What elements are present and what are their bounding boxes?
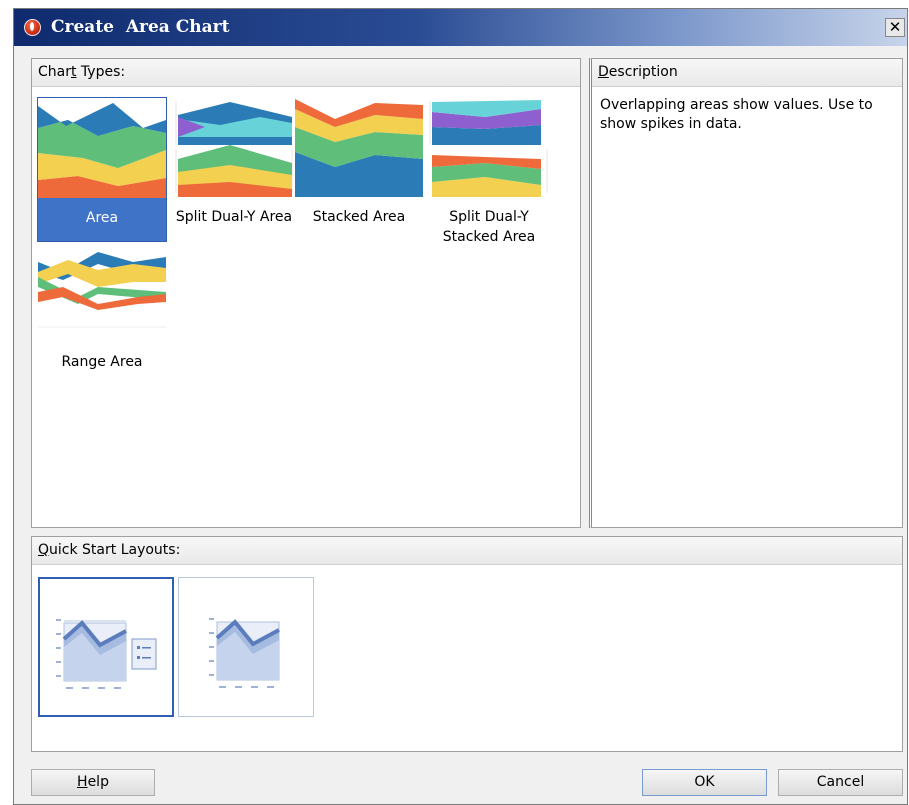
description-panel: Description Overlapping areas show value…: [589, 58, 903, 528]
chart-type-split-dual-y-stacked-area[interactable]: Split Dual-Y Stacked Area: [424, 97, 554, 247]
chart-type-stacked-area[interactable]: Stacked Area: [294, 97, 424, 227]
layout-with-legend-option[interactable]: [38, 577, 174, 717]
chart-type-label: Range Area: [61, 354, 143, 370]
app-logo-icon: [24, 19, 41, 36]
chart-type-area[interactable]: Area: [37, 97, 167, 242]
chart-type-split-dual-y-area[interactable]: Split Dual-Y Area: [169, 97, 299, 227]
stacked-area-thumbnail-icon: [295, 99, 423, 197]
quick-start-header: Quick Start Layouts:: [32, 537, 902, 565]
split-dual-y-area-thumbnail-icon: [175, 101, 293, 197]
chart-type-label: Split Dual-Y Area: [175, 209, 293, 225]
dialog-title: Create Area Chart: [51, 17, 230, 37]
quick-start-layouts-panel: Quick Start Layouts:: [31, 536, 903, 752]
close-icon: ✕: [888, 18, 902, 36]
cancel-button[interactable]: Cancel: [778, 769, 903, 796]
layout-no-legend-option[interactable]: [178, 577, 314, 717]
area-chart-with-legend-icon: [56, 619, 157, 689]
chart-types-header: Chart Types:: [32, 59, 580, 87]
chart-type-label: Area: [85, 210, 119, 226]
close-button[interactable]: ✕: [885, 18, 905, 37]
split-dual-y-stacked-area-thumbnail-icon: [429, 100, 548, 197]
help-button[interactable]: Help: [31, 769, 155, 796]
area-chart-icon: [209, 618, 280, 688]
description-text: Overlapping areas show values. Use to sh…: [600, 97, 873, 132]
area-chart-thumbnail-icon: [38, 98, 166, 198]
chart-type-label: Split Dual-Y Stacked Area: [442, 209, 536, 245]
create-area-chart-dialog: Create Area Chart ✕ Chart Types: Area Sp…: [13, 8, 908, 805]
chart-type-label: Stacked Area: [312, 209, 406, 225]
chart-types-panel: Chart Types: Area Split Dual-Y Area Stac…: [31, 58, 581, 528]
title-bar[interactable]: Create Area Chart ✕: [14, 9, 907, 46]
chart-type-range-area[interactable]: Range Area: [37, 242, 167, 372]
description-header: Description: [592, 59, 902, 87]
range-area-thumbnail-icon: [38, 252, 166, 328]
ok-button[interactable]: OK: [642, 769, 767, 796]
